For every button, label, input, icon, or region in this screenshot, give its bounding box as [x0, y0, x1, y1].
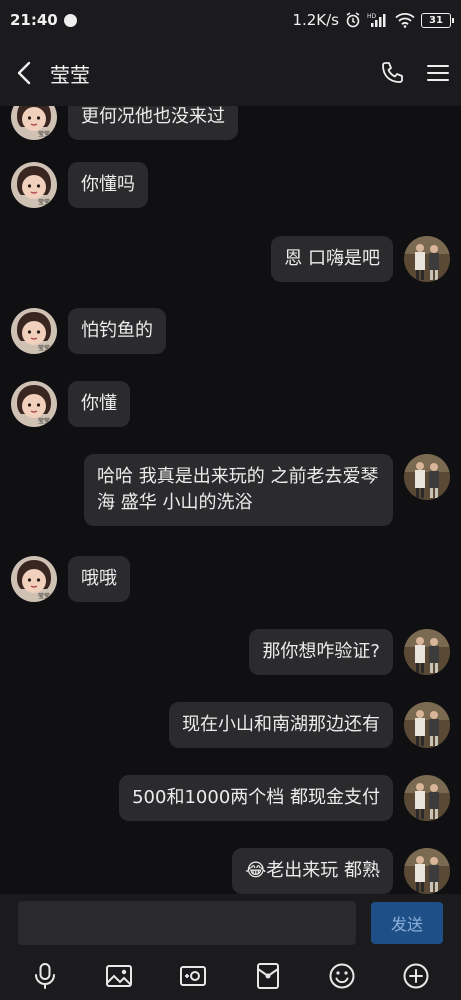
message-row: 500和1000两个档 都现金支付 [0, 775, 461, 821]
message-row: 莹莹 哦哦 [0, 556, 461, 602]
signal-icon: HD [367, 13, 386, 27]
message-row: 哈哈 我真是出来玩的 之前老去爱琴海 盛华 小山的洗浴 [0, 454, 461, 526]
message-row: 😂老出来玩 都熟 [0, 848, 461, 894]
svg-text:莹莹: 莹莹 [38, 592, 50, 600]
svg-text:莹莹: 莹莹 [38, 417, 50, 425]
svg-text:莹莹: 莹莹 [38, 344, 50, 352]
contact-avatar[interactable]: 莹莹 [11, 556, 57, 602]
network-speed: 1.2K/s [292, 11, 339, 29]
incoming-message-bubble[interactable]: 更何况他也没来过 [68, 106, 238, 140]
contact-avatar[interactable]: 莹莹 [11, 381, 57, 427]
incoming-message-bubble[interactable]: 你懂吗 [68, 162, 148, 208]
status-time: 21:40 [10, 11, 58, 29]
my-avatar[interactable] [404, 848, 450, 894]
chat-app: 21:40 1.2K/s HD 31 莹莹 莹莹 更何况他也没来过 莹莹 你懂吗… [0, 0, 461, 1000]
my-avatar[interactable] [404, 454, 450, 500]
svg-text:HD: HD [367, 13, 377, 20]
camera-icon [180, 966, 207, 986]
my-avatar[interactable] [404, 629, 450, 675]
emoji-icon [329, 963, 355, 989]
battery-icon: 31 [421, 12, 454, 28]
contact-avatar[interactable]: 莹莹 [11, 308, 57, 354]
menu-icon[interactable] [427, 63, 449, 83]
svg-text:莹莹: 莹莹 [38, 130, 50, 138]
red-packet-button[interactable] [248, 956, 288, 996]
my-avatar[interactable] [404, 702, 450, 748]
plus-icon [403, 963, 429, 989]
red-packet-icon [256, 963, 279, 989]
voice-button[interactable] [25, 956, 65, 996]
message-row: 莹莹 怕钓鱼的 [0, 308, 461, 354]
my-avatar[interactable] [404, 775, 450, 821]
status-bar: 21:40 1.2K/s HD 31 [0, 0, 461, 40]
chevron-left-icon [17, 61, 31, 85]
status-right: 1.2K/s HD 31 [292, 11, 454, 29]
message-list[interactable]: 莹莹 更何况他也没来过 莹莹 你懂吗恩 口嗨是吧 莹莹 怕钓鱼的 莹莹 你懂 哈哈 我真是出来玩… [0, 106, 461, 894]
input-bar: 发送 [0, 894, 461, 952]
send-button[interactable]: 发送 [371, 902, 443, 944]
back-button[interactable] [12, 58, 36, 88]
my-avatar[interactable] [404, 236, 450, 282]
message-row: 现在小山和南湖那边还有 [0, 702, 461, 748]
outgoing-message-bubble[interactable]: 那你想咋验证? [249, 629, 393, 675]
incoming-message-bubble[interactable]: 哦哦 [68, 556, 130, 602]
photo-button[interactable] [99, 956, 139, 996]
message-row: 莹莹 你懂吗 [0, 162, 461, 208]
outgoing-message-bubble[interactable]: 500和1000两个档 都现金支付 [119, 775, 393, 821]
message-row: 莹莹 更何况他也没来过 [0, 106, 461, 140]
outgoing-message-bubble[interactable]: 哈哈 我真是出来玩的 之前老去爱琴海 盛华 小山的洗浴 [84, 454, 393, 526]
notification-icon [63, 13, 77, 27]
alarm-icon [346, 12, 360, 28]
message-row: 莹莹 你懂 [0, 381, 461, 427]
emoji-button[interactable] [322, 956, 362, 996]
message-row: 那你想咋验证? [0, 629, 461, 675]
wifi-icon [395, 13, 415, 28]
contact-avatar[interactable]: 莹莹 [11, 162, 57, 208]
svg-text:莹莹: 莹莹 [38, 198, 50, 206]
outgoing-message-bubble[interactable]: 恩 口嗨是吧 [271, 236, 393, 282]
image-icon [106, 965, 133, 987]
header-actions [379, 60, 449, 86]
outgoing-message-bubble[interactable]: 😂老出来玩 都熟 [232, 848, 393, 894]
contact-avatar[interactable]: 莹莹 [11, 106, 57, 140]
outgoing-message-bubble[interactable]: 现在小山和南湖那边还有 [169, 702, 393, 748]
phone-icon[interactable] [379, 60, 405, 86]
contact-name: 莹莹 [50, 62, 90, 87]
input-toolbar [0, 952, 461, 1000]
message-row: 恩 口嗨是吧 [0, 236, 461, 282]
chat-header: 莹莹 [0, 40, 461, 106]
microphone-icon [35, 963, 56, 989]
more-button[interactable] [396, 956, 436, 996]
message-input[interactable] [18, 901, 356, 945]
incoming-message-bubble[interactable]: 怕钓鱼的 [68, 308, 166, 354]
camera-button[interactable] [173, 956, 213, 996]
incoming-message-bubble[interactable]: 你懂 [68, 381, 130, 427]
